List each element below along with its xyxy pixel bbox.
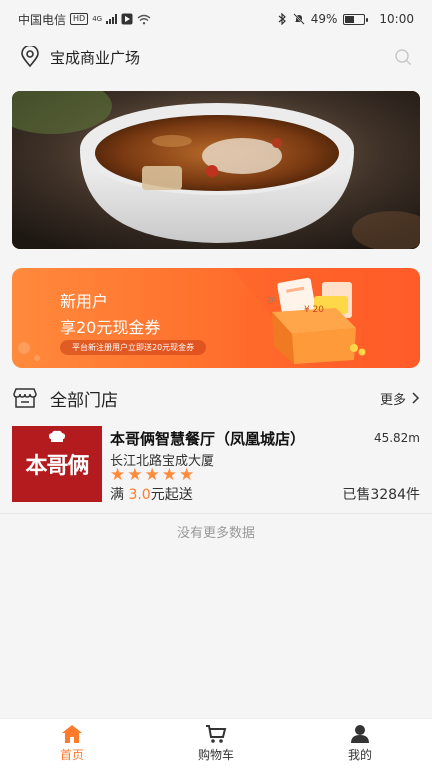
carrier-label: 中国电信 <box>18 12 67 27</box>
status-bar: 中国电信 HD 4G 49% 10:00 <box>0 0 432 38</box>
signal-icon <box>106 14 118 24</box>
rating-stars: ★ ★ ★ ★ ★ <box>110 467 194 484</box>
divider <box>0 513 432 514</box>
hd-badge: HD <box>70 13 89 25</box>
battery-fill <box>345 15 355 23</box>
min-suffix: 元起送 <box>150 487 193 503</box>
promo-title: 新用户 <box>60 292 109 311</box>
tab-cart-label: 购物车 <box>197 748 234 762</box>
clock: 10:00 <box>379 12 414 26</box>
chevron-right-icon <box>412 392 420 404</box>
battery-icon <box>343 13 369 25</box>
star-icon: ★ <box>127 465 143 485</box>
bottom-tab-bar: 首页 购物车 我的 <box>0 718 432 768</box>
store-logo: 本哥俩 <box>12 426 102 502</box>
network-type: 4G <box>92 14 103 23</box>
new-user-promo-banner[interactable]: 新用户 享20元现金券 平台新注册用户立即送20元现金券 ¥ 20 20 <box>12 268 420 368</box>
search-icon[interactable] <box>394 48 412 66</box>
no-more-data: 没有更多数据 <box>176 526 255 541</box>
tab-home[interactable]: 首页 <box>0 719 144 768</box>
section-title: 全部门店 <box>50 390 118 411</box>
more-label: 更多 <box>379 392 406 408</box>
battery-percent: 49% <box>310 12 338 26</box>
store-distance: 45.82m <box>373 431 420 445</box>
location-bar: 宝成商业广场 <box>0 38 432 76</box>
tab-home-label: 首页 <box>59 748 84 762</box>
store-list-item[interactable]: 本哥俩 本哥俩智慧餐厅（凤凰城店） 45.82m 长江北路宝成大厦 ★ ★ ★ ★ ★ … <box>0 426 432 510</box>
app-notification-icon <box>121 13 133 25</box>
more-link[interactable]: 更多 <box>380 389 420 408</box>
user-icon <box>351 725 369 743</box>
status-right: 49% 10:00 <box>278 12 414 26</box>
soup-bowl-image <box>12 91 420 249</box>
store-logo-text: 本哥俩 <box>25 454 89 479</box>
home-icon <box>62 725 82 743</box>
location-name[interactable]: 宝成商业广场 <box>50 47 140 68</box>
tab-profile[interactable]: 我的 <box>288 719 432 768</box>
promo-note: 平台新注册用户立即送20元现金券 <box>60 340 207 355</box>
min-amount: 3.0 <box>128 487 151 503</box>
bluetooth-icon <box>278 13 286 25</box>
banner-image[interactable] <box>12 91 420 249</box>
cart-icon <box>206 725 227 743</box>
min-prefix: 满 <box>110 487 129 503</box>
location-pin-icon[interactable] <box>20 46 40 68</box>
tab-cart[interactable]: 购物车 <box>144 719 288 768</box>
store-info: 本哥俩智慧餐厅（凤凰城店） 45.82m 长江北路宝成大厦 ★ ★ ★ ★ ★ 满 3.… <box>110 426 420 510</box>
section-header: 全部门店 更多 <box>0 380 432 416</box>
status-left: 中国电信 HD 4G <box>18 11 151 28</box>
star-icon: ★ <box>179 465 195 485</box>
star-icon: ★ <box>110 465 126 485</box>
sold-count: 已售3284件 <box>342 487 420 503</box>
mute-bell-icon <box>293 13 305 25</box>
promo-subtitle: 享20元现金券 <box>60 318 161 337</box>
star-icon: ★ <box>161 465 177 485</box>
coupon-small-value: 20 <box>267 296 276 304</box>
coupon-value: ¥ 20 <box>303 305 324 315</box>
store-name: 本哥俩智慧餐厅（凤凰城店） <box>110 430 306 448</box>
wifi-icon <box>137 14 151 24</box>
gift-box-coupon-icon <box>272 277 366 364</box>
store-icon <box>13 388 37 408</box>
star-icon: ★ <box>144 465 160 485</box>
chef-hat-icon <box>48 430 66 442</box>
min-order: 满 3.0元起送 <box>110 484 193 504</box>
tab-profile-label: 我的 <box>347 748 372 762</box>
